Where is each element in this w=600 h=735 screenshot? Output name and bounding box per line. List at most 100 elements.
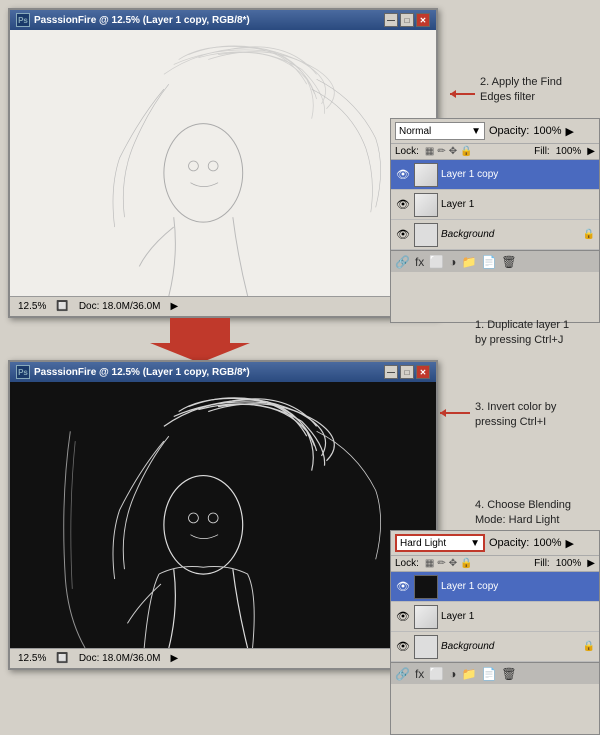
bottom-eye-0[interactable]: 👁: [395, 579, 411, 595]
bottom-mask-icon[interactable]: ⬜: [429, 667, 444, 681]
top-layer-row-1[interactable]: 👁 Layer 1: [391, 190, 599, 220]
top-close-button[interactable]: ✕: [416, 13, 430, 27]
big-arrow-svg: [150, 318, 250, 363]
bottom-opacity-label: Opacity:: [489, 537, 529, 549]
top-title-left: Ps PasssionFire @ 12.5% (Layer 1 copy, R…: [16, 13, 250, 27]
top-layer-row-2[interactable]: 👁 Background 🔒: [391, 220, 599, 250]
bottom-lock-label: Lock:: [395, 558, 419, 569]
top-zoom-level: 12.5%: [18, 301, 46, 312]
top-title-bar: Ps PasssionFire @ 12.5% (Layer 1 copy, R…: [10, 10, 436, 30]
bottom-blend-row: Hard Light ▼ Opacity: 100% ▶: [391, 531, 599, 556]
bottom-zoom-level: 12.5%: [18, 653, 46, 664]
bottom-fill-label: Fill:: [534, 558, 550, 569]
top-eye-0[interactable]: 👁: [395, 167, 411, 183]
top-eye-1[interactable]: 👁: [395, 197, 411, 213]
add-layer-icon[interactable]: 📄: [481, 255, 496, 269]
top-layers-bottom-bar: 🔗 fx ⬜ ◑ 📁 📄 🗑: [391, 250, 599, 272]
bottom-add-layer-icon[interactable]: 📄: [481, 667, 496, 681]
bottom-opacity-arrow: ▶: [566, 537, 574, 550]
top-window-title: PasssionFire @ 12.5% (Layer 1 copy, RGB/…: [34, 15, 250, 26]
top-blend-chevron: ▼: [471, 126, 481, 137]
bottom-link-icon[interactable]: 🔗: [395, 667, 410, 681]
top-blend-row: Normal ▼ Opacity: 100% ▶: [391, 119, 599, 144]
ps-logo-icon: Ps: [16, 13, 30, 27]
annotation-step4: 4. Choose Blending Mode: Hard Light: [475, 498, 595, 529]
bottom-fill-arrow: ▶: [587, 558, 595, 569]
bottom-lock-move-icon[interactable]: ✥: [449, 558, 457, 569]
top-nav-icon: 🔲: [56, 301, 68, 312]
top-fill-value: 100%: [556, 146, 582, 157]
lock-move-icon[interactable]: ✥: [449, 146, 457, 157]
bottom-window-controls: — □ ✕: [384, 365, 430, 379]
bottom-layer-row-1[interactable]: 👁 Layer 1: [391, 602, 599, 632]
top-layers-panel: Normal ▼ Opacity: 100% ▶ Lock: ▦ ✏ ✥ 🔒 F…: [390, 118, 600, 323]
step3-arrow-head: [440, 409, 446, 417]
bottom-ps-logo-icon: Ps: [16, 365, 30, 379]
bottom-close-button[interactable]: ✕: [416, 365, 430, 379]
link-icon[interactable]: 🔗: [395, 255, 410, 269]
top-minimize-button[interactable]: —: [384, 13, 398, 27]
annotation-step3-text: 3. Invert color by pressing Ctrl+I: [475, 401, 556, 428]
bottom-sketch-bg: [10, 382, 436, 648]
bottom-lock-checkerboard-icon[interactable]: ▦: [425, 558, 434, 569]
adjust-icon[interactable]: ◑: [449, 255, 456, 269]
bottom-layer-name-0: Layer 1 copy: [441, 581, 595, 592]
top-fill-label: Fill:: [534, 146, 550, 157]
top-sketch-svg: [10, 30, 436, 296]
bottom-lock-all-icon[interactable]: 🔒: [460, 558, 472, 569]
annotation-step1: 1. Duplicate layer 1 by pressing Ctrl+J: [475, 318, 595, 349]
bottom-layer-name-2: Background: [441, 641, 580, 652]
top-opacity-label: Opacity:: [489, 125, 529, 137]
bottom-layers-bottom-bar: 🔗 fx ⬜ ◑ 📁 📄 🗑: [391, 662, 599, 684]
mask-icon[interactable]: ⬜: [429, 255, 444, 269]
top-lock-icons: ▦ ✏ ✥ 🔒: [425, 146, 473, 157]
bottom-blend-select[interactable]: Hard Light ▼: [395, 534, 485, 552]
top-thumb-1: [414, 193, 438, 217]
bottom-blend-chevron: ▼: [470, 538, 480, 549]
bottom-maximize-button[interactable]: □: [400, 365, 414, 379]
fx-icon[interactable]: fx: [415, 255, 424, 269]
bottom-eye-2[interactable]: 👁: [395, 639, 411, 655]
bottom-blend-mode-label: Hard Light: [400, 538, 446, 549]
trash-icon[interactable]: 🗑: [501, 255, 516, 269]
bottom-fill-value: 100%: [556, 558, 582, 569]
top-ps-window: Ps PasssionFire @ 12.5% (Layer 1 copy, R…: [8, 8, 438, 318]
bottom-thumb-1: [414, 605, 438, 629]
top-blend-select[interactable]: Normal ▼: [395, 122, 485, 140]
bottom-arrow-right: ▶: [171, 653, 179, 664]
bottom-layers-panel: Hard Light ▼ Opacity: 100% ▶ Lock: ▦ ✏ ✥…: [390, 530, 600, 735]
folder-icon[interactable]: 📁: [462, 255, 477, 269]
top-canvas-area: [10, 30, 436, 296]
annotation-step1-text: 1. Duplicate layer 1 by pressing Ctrl+J: [475, 319, 569, 346]
bottom-status-bar: 12.5% 🔲 Doc: 18.0M/36.0M ▶: [10, 648, 436, 668]
bottom-fx-icon[interactable]: fx: [415, 667, 424, 681]
bottom-lock-brush-icon[interactable]: ✏: [437, 558, 445, 569]
top-lock-label: Lock:: [395, 146, 419, 157]
bottom-nav-icon: 🔲: [56, 653, 68, 664]
top-layer-row-0[interactable]: 👁 Layer 1 copy: [391, 160, 599, 190]
big-down-arrow: [150, 318, 250, 363]
top-opacity-arrow: ▶: [566, 125, 574, 138]
top-maximize-button[interactable]: □: [400, 13, 414, 27]
annotation-step2-text: 2. Apply the Find Edges filter: [480, 76, 562, 103]
bottom-opacity-value: 100%: [533, 537, 561, 549]
bottom-eye-1[interactable]: 👁: [395, 609, 411, 625]
bottom-layer-row-0[interactable]: 👁 Layer 1 copy: [391, 572, 599, 602]
bottom-trash-icon[interactable]: 🗑: [501, 667, 516, 681]
bottom-minimize-button[interactable]: —: [384, 365, 398, 379]
bottom-doc-info: Doc: 18.0M/36.0M: [79, 653, 161, 664]
top-thumb-sketch-1: [415, 194, 437, 216]
top-opacity-value: 100%: [533, 125, 561, 137]
top-status-bar: 12.5% 🔲 Doc: 18.0M/36.0M ▶: [10, 296, 436, 316]
lock-brush-icon[interactable]: ✏: [437, 146, 445, 157]
top-eye-2[interactable]: 👁: [395, 227, 411, 243]
bottom-layer-row-2[interactable]: 👁 Background 🔒: [391, 632, 599, 662]
top-fill-arrow: ▶: [587, 146, 595, 157]
top-thumb-0: [414, 163, 438, 187]
lock-checkerboard-icon[interactable]: ▦: [425, 146, 434, 157]
bottom-thumb-2: [414, 635, 438, 659]
bottom-canvas-area: [10, 382, 436, 648]
bottom-folder-icon[interactable]: 📁: [462, 667, 477, 681]
bottom-adjust-icon[interactable]: ◑: [449, 667, 456, 681]
lock-all-icon[interactable]: 🔒: [460, 146, 472, 157]
